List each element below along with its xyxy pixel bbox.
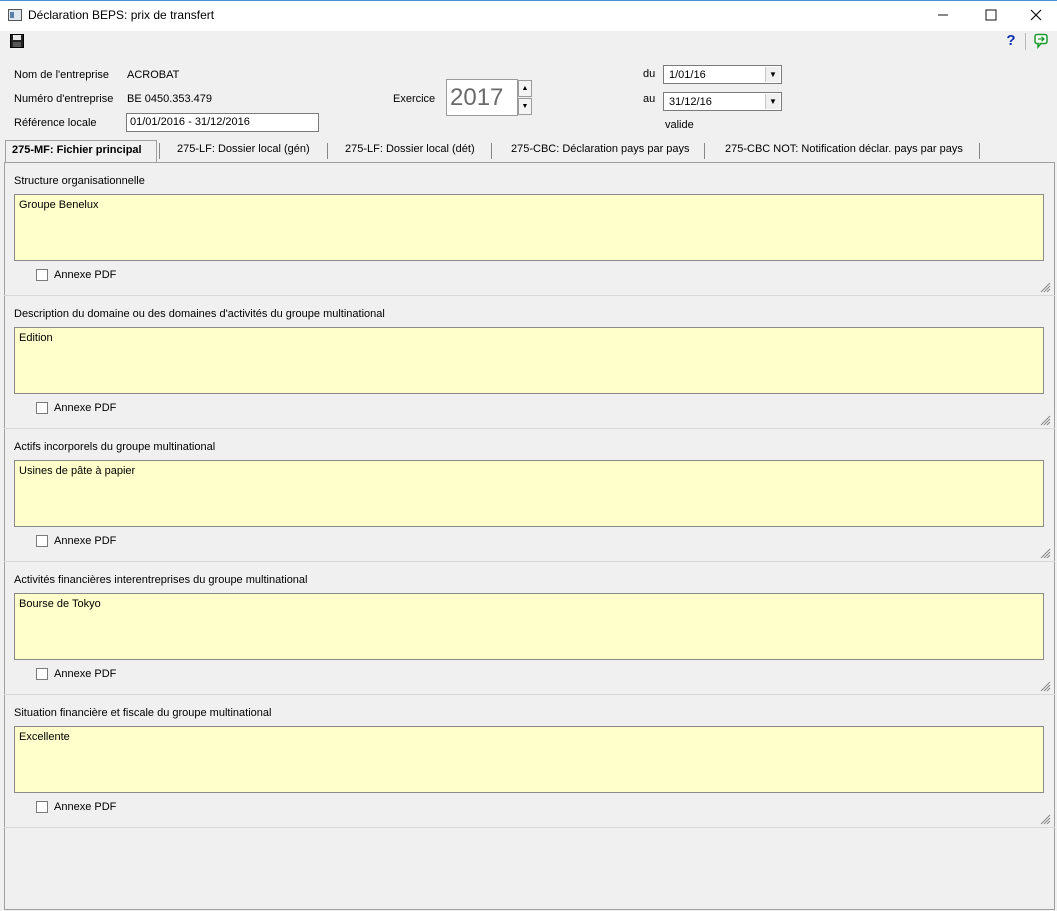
- resize-grip-icon[interactable]: [1039, 813, 1051, 825]
- activity-domains-textarea[interactable]: Edition: [14, 327, 1044, 394]
- resize-grip-icon[interactable]: [1039, 414, 1051, 426]
- section-activity-domains: Description du domaine ou des domaines d…: [4, 296, 1055, 429]
- minimize-button[interactable]: [920, 0, 966, 30]
- annex-pdf-label: Annexe PDF: [54, 402, 117, 414]
- arrow-up-icon: ▲: [521, 85, 529, 92]
- minimize-icon: [938, 14, 948, 16]
- section-title: Structure organisationnelle: [14, 175, 145, 187]
- section-title: Activités financières interentreprises d…: [14, 574, 308, 586]
- local-reference-label: Référence locale: [14, 117, 97, 129]
- section-title: Actifs incorporels du groupe multination…: [14, 441, 216, 453]
- app-icon: [8, 9, 22, 21]
- annex-pdf-checkbox[interactable]: [36, 668, 48, 680]
- floppy-disk-icon[interactable]: [10, 34, 24, 48]
- tab-divider: [159, 143, 160, 159]
- annex-pdf-label: Annexe PDF: [54, 535, 117, 547]
- annex-pdf-label: Annexe PDF: [54, 668, 117, 680]
- tab-label: 275-MF: Fichier principal: [12, 144, 142, 156]
- section-financial-tax-situation: Situation financière et fiscale du group…: [4, 695, 1055, 828]
- company-name-label: Nom de l'entreprise: [14, 69, 110, 81]
- section-intangible-assets: Actifs incorporels du groupe multination…: [4, 429, 1055, 562]
- maximize-button[interactable]: [968, 0, 1014, 30]
- annex-pdf-label: Annexe PDF: [54, 801, 117, 813]
- tab-main-file[interactable]: 275-MF: Fichier principal: [5, 140, 157, 162]
- tab-divider: [327, 143, 328, 159]
- exit-icon[interactable]: [1033, 33, 1049, 49]
- organisational-structure-textarea[interactable]: Groupe Benelux: [14, 194, 1044, 261]
- annex-pdf-label: Annexe PDF: [54, 269, 117, 281]
- status-text: valide: [665, 119, 694, 131]
- exercise-value: 2017: [450, 84, 504, 111]
- annex-pdf-checkbox[interactable]: [36, 402, 48, 414]
- from-date-label: du: [643, 68, 656, 80]
- section-intercompany-financial-activities: Activités financières interentreprises d…: [4, 562, 1055, 695]
- financial-activities-textarea[interactable]: Bourse de Tokyo: [14, 593, 1044, 660]
- help-icon[interactable]: ?: [1003, 33, 1019, 49]
- section-organisational-structure: Structure organisationnelle Groupe Benel…: [4, 163, 1055, 296]
- chevron-down-icon[interactable]: ▼: [765, 67, 780, 82]
- resize-grip-icon[interactable]: [1039, 281, 1051, 293]
- financial-tax-situation-textarea[interactable]: Excellente: [14, 726, 1044, 793]
- from-date-select[interactable]: 1/01/16 ▼: [663, 65, 782, 84]
- intangible-assets-textarea[interactable]: Usines de pâte à papier: [14, 460, 1044, 527]
- section-title: Description du domaine ou des domaines d…: [14, 308, 385, 320]
- spin-down-button[interactable]: ▼: [518, 98, 532, 115]
- chevron-down-icon[interactable]: ▼: [765, 94, 780, 109]
- window-title: Déclaration BEPS: prix de transfert: [28, 8, 215, 22]
- tab-local-file-gen[interactable]: 275-LF: Dossier local (gén): [177, 143, 310, 159]
- annex-pdf-checkbox[interactable]: [36, 535, 48, 547]
- section-title: Situation financière et fiscale du group…: [14, 707, 272, 719]
- from-date-value: 1/01/16: [669, 69, 706, 81]
- annex-pdf-checkbox[interactable]: [36, 801, 48, 813]
- close-button[interactable]: [1013, 0, 1057, 30]
- local-reference-input[interactable]: 01/01/2016 - 31/12/2016: [126, 113, 319, 132]
- to-date-select[interactable]: 31/12/16 ▼: [663, 92, 782, 111]
- maximize-icon: [985, 9, 997, 21]
- exercise-label: Exercice: [393, 93, 436, 105]
- company-number-label: Numéro d'entreprise: [14, 93, 114, 105]
- toolbar-separator: [1025, 33, 1026, 50]
- arrow-down-icon: ▼: [521, 103, 529, 110]
- tab-cbc-notification[interactable]: 275-CBC NOT: Notification déclar. pays p…: [725, 143, 963, 159]
- tab-divider: [979, 143, 980, 159]
- company-name-value: ACROBAT: [127, 69, 180, 81]
- company-number-value: BE 0450.353.479: [127, 93, 213, 105]
- resize-grip-icon[interactable]: [1039, 680, 1051, 692]
- to-date-value: 31/12/16: [669, 96, 712, 108]
- tab-divider: [491, 143, 492, 159]
- close-icon: [1030, 9, 1042, 21]
- resize-grip-icon[interactable]: [1039, 547, 1051, 559]
- annex-pdf-checkbox[interactable]: [36, 269, 48, 281]
- to-date-label: au: [643, 93, 656, 105]
- tab-divider: [704, 143, 705, 159]
- tab-cbc-declaration[interactable]: 275-CBC: Déclaration pays par pays: [511, 143, 690, 159]
- spin-up-button[interactable]: ▲: [518, 80, 532, 97]
- tab-local-file-det[interactable]: 275-LF: Dossier local (dét): [345, 143, 475, 159]
